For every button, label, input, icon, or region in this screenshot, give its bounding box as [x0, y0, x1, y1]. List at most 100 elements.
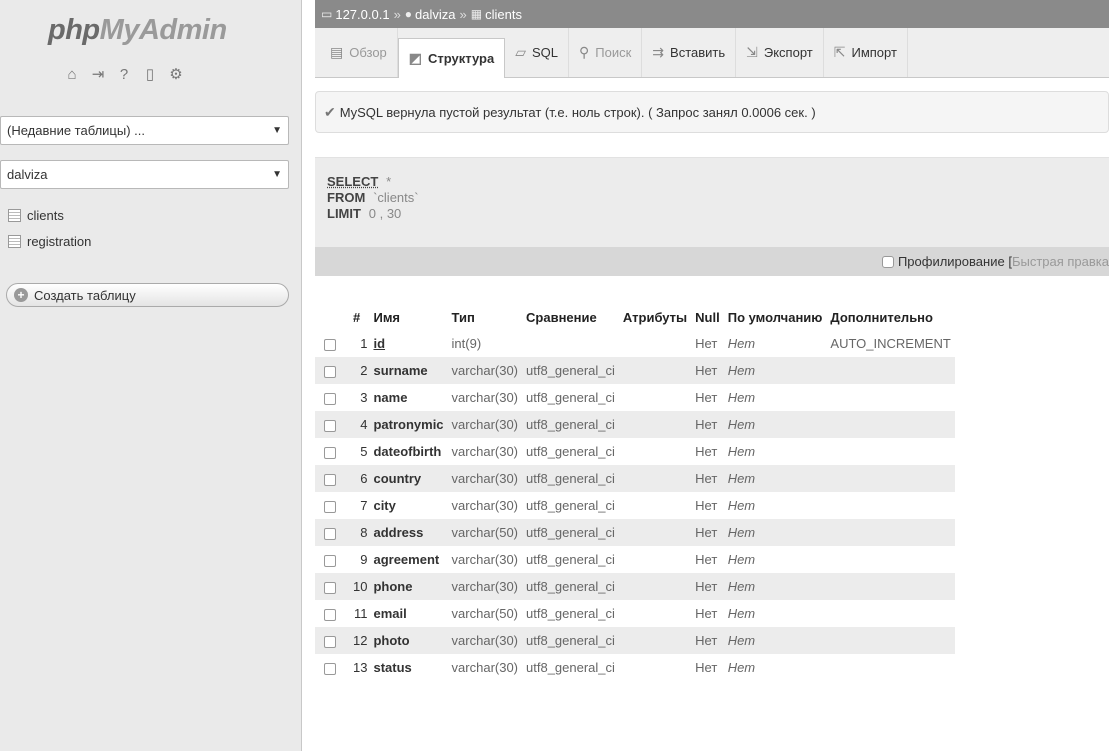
- header-null[interactable]: Null: [691, 304, 724, 330]
- checkbox[interactable]: [324, 419, 336, 432]
- table-row[interactable]: 3 name varchar(30) utf8_general_ci Нет Нет: [315, 384, 955, 411]
- breadcrumb-table[interactable]: ▦ clients: [471, 7, 522, 22]
- cell-extra: [826, 438, 955, 465]
- tab-browse[interactable]: ▤ Обзор: [320, 28, 398, 77]
- table-row[interactable]: 10 phone varchar(30) utf8_general_ci Нет Нет: [315, 573, 955, 600]
- cell-number: 1: [349, 330, 370, 357]
- row-checkbox[interactable]: [315, 627, 349, 654]
- cell-field-name[interactable]: address: [369, 519, 448, 546]
- row-checkbox[interactable]: [315, 600, 349, 627]
- checkbox[interactable]: [324, 554, 336, 567]
- cell-field-name[interactable]: city: [369, 492, 448, 519]
- checkbox[interactable]: [324, 338, 336, 351]
- nav-table-clients[interactable]: clients: [8, 208, 64, 223]
- row-checkbox[interactable]: [315, 492, 349, 519]
- checkbox[interactable]: [324, 662, 336, 675]
- documentation-icon[interactable]: ▯: [142, 66, 158, 83]
- cell-field-name[interactable]: email: [369, 600, 448, 627]
- table-row[interactable]: 11 email varchar(50) utf8_general_ci Нет Нет: [315, 600, 955, 627]
- cell-field-name[interactable]: agreement: [369, 546, 448, 573]
- tab-export[interactable]: ⇲ Экспорт: [736, 28, 824, 77]
- logout-icon[interactable]: ⇥: [90, 66, 106, 83]
- table-row[interactable]: 4 patronymic varchar(30) utf8_general_ci Нет…: [315, 411, 955, 438]
- tab-import[interactable]: ⇱ Импорт: [824, 28, 908, 77]
- cell-field-name[interactable]: name: [369, 384, 448, 411]
- cell-type: varchar(50): [447, 519, 523, 546]
- table-row[interactable]: 5 dateofbirth varchar(30) utf8_general_ci Не…: [315, 438, 955, 465]
- table-row[interactable]: 9 agreement varchar(30) utf8_general_ci Нет Н…: [315, 546, 955, 573]
- browse-icon: ▤: [330, 44, 344, 60]
- checkbox[interactable]: [324, 500, 336, 513]
- tab-structure[interactable]: ◩ Структура: [397, 38, 506, 78]
- row-checkbox[interactable]: [315, 411, 349, 438]
- header-collation[interactable]: Сравнение: [522, 304, 619, 330]
- cell-field-name[interactable]: status: [369, 654, 448, 681]
- checkbox[interactable]: [324, 635, 336, 648]
- table-row[interactable]: 1 id int(9) Нет Нет AUTO_INCREMENT: [315, 330, 955, 357]
- cell-field-name[interactable]: id: [369, 330, 448, 357]
- checkbox[interactable]: [324, 446, 336, 459]
- home-icon[interactable]: ⌂: [64, 66, 80, 83]
- row-checkbox[interactable]: [315, 438, 349, 465]
- checkbox[interactable]: [324, 365, 336, 378]
- breadcrumb-database[interactable]: ● dalviza: [405, 7, 456, 22]
- help-icon[interactable]: ?: [116, 66, 132, 83]
- database-select[interactable]: dalviza ▼: [0, 160, 289, 189]
- table-row[interactable]: 13 status varchar(30) utf8_general_ci Нет Нет: [315, 654, 955, 681]
- breadcrumb-server[interactable]: ▭ 127.0.0.1: [321, 7, 390, 22]
- cell-field-name[interactable]: patronymic: [369, 411, 448, 438]
- tab-label: Поиск: [595, 45, 632, 60]
- nav-table-registration[interactable]: registration: [8, 234, 91, 249]
- checkbox[interactable]: [324, 473, 336, 486]
- header-number: #: [353, 309, 361, 325]
- cell-null: Нет: [691, 600, 724, 627]
- tab-search[interactable]: ⚲ Поиск: [569, 28, 643, 77]
- row-checkbox[interactable]: [315, 465, 349, 492]
- header-default[interactable]: По умолчанию: [724, 304, 827, 330]
- phpmyadmin-logo[interactable]: phpMyAdmin: [48, 14, 227, 47]
- table-row[interactable]: 6 country varchar(30) utf8_general_ci Нет Нет: [315, 465, 955, 492]
- header-extra[interactable]: Дополнительно: [826, 304, 954, 330]
- row-checkbox[interactable]: [315, 384, 349, 411]
- row-checkbox[interactable]: [315, 546, 349, 573]
- row-checkbox[interactable]: [315, 357, 349, 384]
- table-row[interactable]: 8 address varchar(50) utf8_general_ci Нет Нет: [315, 519, 955, 546]
- tab-sql[interactable]: ▱ SQL: [505, 28, 569, 77]
- tab-label: Вставить: [670, 45, 726, 60]
- cell-field-name[interactable]: photo: [369, 627, 448, 654]
- profiling-checkbox[interactable]: [881, 255, 894, 268]
- table-row[interactable]: 12 photo varchar(30) utf8_general_ci Нет Нет: [315, 627, 955, 654]
- tab-label: Обзор: [349, 45, 387, 60]
- table-row[interactable]: 2 surname varchar(30) utf8_general_ci Нет Нет: [315, 357, 955, 384]
- row-checkbox[interactable]: [315, 573, 349, 600]
- cell-field-name[interactable]: dateofbirth: [369, 438, 448, 465]
- sql-select-keyword[interactable]: SELECT: [327, 174, 378, 189]
- settings-icon[interactable]: ⚙: [168, 66, 184, 83]
- checkbox[interactable]: [324, 608, 336, 621]
- recent-tables-select[interactable]: (Недавние таблицы) ... ▼: [0, 116, 289, 145]
- structure-table: # Имя Тип Сравнение Атрибуты Null По умо…: [315, 304, 955, 681]
- header-type[interactable]: Тип: [448, 304, 522, 330]
- cell-null: Нет: [691, 438, 724, 465]
- header-name[interactable]: Имя: [369, 304, 447, 330]
- cell-null: Нет: [691, 492, 724, 519]
- cell-type: varchar(30): [447, 357, 523, 384]
- checkbox[interactable]: [324, 527, 336, 540]
- cell-extra: [826, 411, 955, 438]
- tab-insert[interactable]: ⇉ Вставить: [642, 28, 737, 77]
- table-row[interactable]: 7 city varchar(30) utf8_general_ci Нет Нет: [315, 492, 955, 519]
- cell-attributes: [618, 573, 692, 600]
- cell-field-name[interactable]: surname: [369, 357, 448, 384]
- cell-default: Нет: [723, 654, 827, 681]
- header-attributes[interactable]: Атрибуты: [619, 304, 691, 330]
- row-checkbox[interactable]: [315, 519, 349, 546]
- row-checkbox[interactable]: [315, 654, 349, 681]
- checkbox[interactable]: [324, 392, 336, 405]
- row-checkbox[interactable]: [315, 330, 349, 357]
- create-table-button[interactable]: + Создать таблицу: [6, 283, 289, 307]
- checkbox[interactable]: [324, 581, 336, 594]
- cell-null: Нет: [691, 465, 724, 492]
- quick-edit-link[interactable]: Быстрая правка: [1012, 254, 1109, 269]
- cell-field-name[interactable]: country: [369, 465, 448, 492]
- cell-field-name[interactable]: phone: [369, 573, 448, 600]
